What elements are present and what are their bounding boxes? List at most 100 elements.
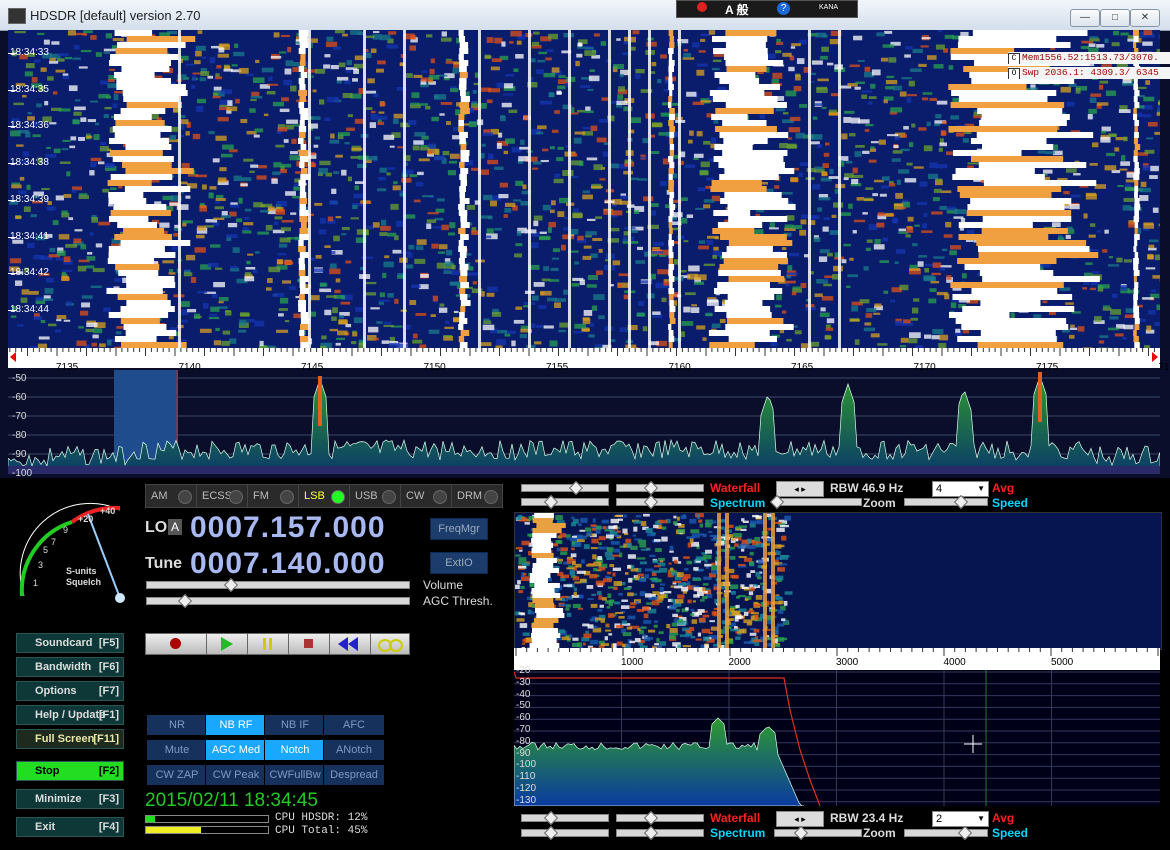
rf-zoom-slider[interactable] <box>774 498 862 506</box>
s-units-label: S-units <box>66 566 97 576</box>
volume-slider[interactable] <box>146 581 410 589</box>
cpu-hdsdr-text: CPU HDSDR: 12% <box>275 812 368 824</box>
ime-toolbar[interactable]: A 般 ? KANA <box>676 0 858 18</box>
mode-button-ecss[interactable]: ECSS <box>196 484 248 508</box>
dsp-nb-rf-button[interactable]: NB RF <box>205 714 267 736</box>
af-frequency-tick: 4000 <box>943 657 966 668</box>
rf-rbw-spinner[interactable]: ◂ ▸ <box>776 481 824 497</box>
help-icon[interactable]: ? <box>777 2 790 15</box>
mode-button-fm[interactable]: FM <box>247 484 299 508</box>
tune-frequency-display[interactable]: 0007.140.000 <box>190 547 386 581</box>
af-waterfall-image <box>515 513 793 649</box>
af-db-label: -80 <box>516 735 531 747</box>
rf-waterfall-slider-2[interactable] <box>616 484 704 492</box>
af-db-label: -60 <box>516 712 531 724</box>
lo-frequency-display[interactable]: 0007.157.000 <box>190 511 386 545</box>
dsp-anotch-button[interactable]: ANotch <box>323 739 385 761</box>
loop-icon-2 <box>389 639 403 652</box>
mode-button-drm[interactable]: DRM <box>451 484 503 508</box>
smeter-tick-3: 3 <box>38 560 44 570</box>
volume-label: Volume <box>423 578 464 592</box>
loop-button[interactable] <box>370 633 410 655</box>
rf-waterfall[interactable] <box>8 30 1160 348</box>
mode-label: AM <box>151 490 168 502</box>
dsp-notch-button[interactable]: Notch <box>264 739 326 761</box>
extio-button[interactable]: ExtIO <box>430 552 488 574</box>
full-screen-button[interactable]: Full Screen [F11] <box>16 729 124 749</box>
af-spectrum-slider-1[interactable] <box>521 829 609 837</box>
af-waterfall-slider-1[interactable] <box>521 814 609 822</box>
rewind-icon-2 <box>348 637 358 651</box>
af-frequency-tick: 2000 <box>728 657 751 668</box>
ime-mode[interactable]: A 般 <box>725 1 749 18</box>
freqmgr-button[interactable]: FreqMgr <box>430 518 488 540</box>
rf-waterfall-slider-1[interactable] <box>521 484 609 492</box>
rf-rbw-label: RBW 46.9 Hz <box>830 481 904 495</box>
options-button[interactable]: Options [F7] <box>16 681 124 701</box>
stop-playback-button[interactable] <box>288 633 330 655</box>
af-speed-slider[interactable] <box>904 829 988 837</box>
af-rbw-spinner[interactable]: ◂ ▸ <box>776 811 824 827</box>
dsp-nr-button[interactable]: NR <box>146 714 208 736</box>
help-update-button[interactable]: Help / Update [F1] <box>16 705 124 725</box>
button-label: Options <box>35 685 77 697</box>
waterfall-timestamp: 18:34:35 <box>8 83 49 95</box>
exit-button[interactable]: Exit [F4] <box>16 817 124 837</box>
squelch-knob[interactable] <box>115 593 125 603</box>
scroll-right-icon[interactable] <box>1152 352 1158 362</box>
soundcard-button[interactable]: Soundcard [F5] <box>16 633 124 653</box>
scroll-left-icon[interactable] <box>10 352 16 362</box>
mode-button-usb[interactable]: USB <box>349 484 401 508</box>
cpu-total-text: CPU Total: 45% <box>275 825 368 837</box>
spectrum-db-label: -70 <box>12 411 27 422</box>
af-waterfall-slider-2[interactable] <box>616 814 704 822</box>
lo-vfo-badge[interactable]: A <box>168 519 182 535</box>
mode-button-cw[interactable]: CW <box>400 484 452 508</box>
button-label: Help / Update <box>35 709 106 721</box>
af-waterfall[interactable] <box>514 512 1162 650</box>
dsp-cwfullbw-button[interactable]: CWFullBw <box>264 764 326 786</box>
play-button[interactable] <box>206 633 248 655</box>
minimize-button[interactable]: — <box>1070 9 1100 27</box>
rf-spectrum-slider-1[interactable] <box>521 498 609 506</box>
mode-button-am[interactable]: AM <box>145 484 197 508</box>
spectrum-db-label: -50 <box>12 373 27 384</box>
record-button[interactable] <box>145 633 207 655</box>
button-shortcut: [F2] <box>98 765 119 777</box>
af-avg-select[interactable]: 2 ▼ <box>932 811 989 827</box>
minimize-button[interactable]: Minimize [F3] <box>16 789 124 809</box>
af-spectrum-slider-2[interactable] <box>616 829 704 837</box>
ime-kana-label: KANA <box>819 4 839 11</box>
squelch-label: Squelch <box>66 577 102 587</box>
maximize-button[interactable]: □ <box>1100 9 1130 27</box>
af-rbw-label: RBW 23.4 Hz <box>830 811 904 825</box>
dsp-cw-zap-button[interactable]: CW ZAP <box>146 764 208 786</box>
pause-button[interactable] <box>247 633 289 655</box>
mode-button-lsb[interactable]: LSB <box>298 484 350 508</box>
s-meter[interactable] <box>10 484 140 614</box>
close-button[interactable]: ✕ <box>1130 9 1160 27</box>
button-shortcut: [F7] <box>98 685 119 697</box>
rf-spectrum[interactable] <box>7 370 1161 475</box>
rewind-button[interactable] <box>329 633 371 655</box>
waterfall-timestamp: 18:34:44 <box>8 303 49 315</box>
dsp-despread-button[interactable]: Despread <box>323 764 385 786</box>
dsp-nb-if-button[interactable]: NB IF <box>264 714 326 736</box>
button-shortcut: [F3] <box>98 793 119 805</box>
dsp-cw-peak-button[interactable]: CW Peak <box>205 764 267 786</box>
bandwidth-button[interactable]: Bandwidth [F6] <box>16 657 124 677</box>
stop-icon <box>304 639 313 648</box>
af-db-label: -100 <box>516 759 537 771</box>
dsp-agc-med-button[interactable]: AGC Med <box>205 739 267 761</box>
ime-record-icon[interactable] <box>697 2 707 12</box>
af-spectrum[interactable] <box>513 670 1160 807</box>
dsp-mute-button[interactable]: Mute <box>146 739 208 761</box>
waterfall-timestamp: 18:34:42 <box>8 267 49 279</box>
af-zoom-slider[interactable] <box>774 829 862 837</box>
rf-spectrum-slider-2[interactable] <box>616 498 704 506</box>
af-waterfall-label: Waterfall <box>710 811 761 825</box>
rf-speed-slider[interactable] <box>904 498 988 506</box>
app-icon[interactable] <box>8 8 26 24</box>
dsp-afc-button[interactable]: AFC <box>323 714 385 736</box>
stop-button[interactable]: Stop [F2] <box>16 761 124 781</box>
